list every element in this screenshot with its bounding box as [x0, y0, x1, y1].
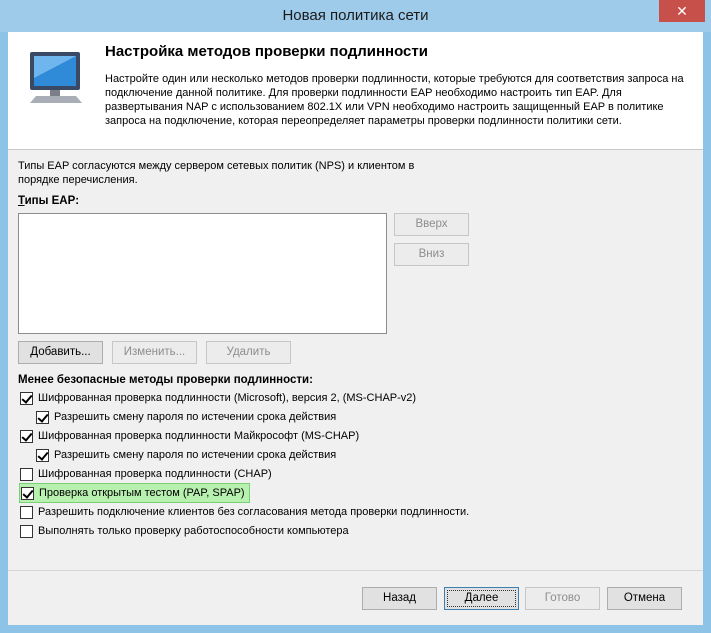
option-unauthenticated-access[interactable]: Разрешить подключение клиентов без согла… [20, 503, 469, 521]
edit-eap-button[interactable]: Изменить... [112, 341, 197, 364]
finish-button[interactable]: Готово [525, 587, 600, 610]
next-button[interactable]: Далее [444, 587, 519, 610]
checkbox[interactable] [20, 505, 33, 519]
window-title: Новая политика сети [282, 7, 429, 24]
move-down-button[interactable]: Вниз [394, 243, 469, 266]
checkbox[interactable] [20, 467, 33, 481]
checkbox[interactable] [21, 486, 34, 500]
footer-divider [8, 570, 703, 571]
eap-types-label: Типы EAP: [18, 195, 79, 207]
add-eap-button[interactable]: Добавить... [18, 341, 103, 364]
option-machine-health-check-only[interactable]: Выполнять только проверку работоспособно… [20, 522, 349, 540]
page-description: Настройте один или несколько методов про… [105, 73, 684, 127]
back-button[interactable]: Назад [362, 587, 437, 610]
option-label: Шифрованная проверка подлинности (CHAP) [38, 468, 272, 480]
dialog-window: Новая политика сети ✕ Настройка методов … [0, 0, 711, 633]
cancel-button[interactable]: Отмена [607, 587, 682, 610]
monitor-icon [30, 52, 82, 103]
option-label: Разрешить смену пароля по истечении срок… [54, 411, 337, 423]
option-label: Шифрованная проверка подлинности (Micros… [38, 392, 417, 404]
option-pap-spap[interactable]: Проверка открытым тестом (PAP, SPAP) [19, 483, 250, 503]
option-label: Разрешить смену пароля по истечении срок… [54, 449, 337, 461]
option-label: Разрешить подключение клиентов без согла… [38, 506, 470, 518]
option-ms-chap-v2-password-change[interactable]: Разрешить смену пароля по истечении срок… [36, 408, 336, 426]
option-chap[interactable]: Шифрованная проверка подлинности (CHAP) [20, 465, 272, 483]
checkbox[interactable] [36, 448, 49, 462]
checkbox[interactable] [36, 410, 49, 424]
checkbox[interactable] [20, 391, 33, 405]
checkbox[interactable] [20, 524, 33, 538]
checkbox[interactable] [20, 429, 33, 443]
close-icon: ✕ [676, 3, 688, 19]
eap-types-label-rest: ипы EAP: [24, 195, 80, 207]
eap-types-list[interactable] [18, 213, 387, 334]
eap-intro-text: Типы EAP согласуются между сервером сете… [18, 160, 415, 186]
wizard-header: Настройка методов проверки подлинности Н… [8, 32, 703, 150]
option-label: Выполнять только проверку работоспособно… [38, 525, 349, 537]
option-ms-chap[interactable]: Шифрованная проверка подлинности Майкрос… [20, 427, 359, 445]
option-label: Проверка открытым тестом (PAP, SPAP) [39, 487, 245, 499]
dialog-client-area: Настройка методов проверки подлинности Н… [8, 32, 703, 625]
close-button[interactable]: ✕ [659, 0, 705, 22]
less-secure-methods-label: Менее безопасные методы проверки подлинн… [18, 374, 313, 386]
page-title: Настройка методов проверки подлинности [105, 43, 428, 60]
eap-types-label-accel: Т [18, 195, 25, 207]
remove-eap-button[interactable]: Удалить [206, 341, 291, 364]
option-ms-chap-v2[interactable]: Шифрованная проверка подлинности (Micros… [20, 389, 416, 407]
move-up-button[interactable]: Вверх [394, 213, 469, 236]
option-label: Шифрованная проверка подлинности Майкрос… [38, 430, 360, 442]
title-bar[interactable]: Новая политика сети ✕ [0, 0, 711, 32]
option-ms-chap-password-change[interactable]: Разрешить смену пароля по истечении срок… [36, 446, 336, 464]
